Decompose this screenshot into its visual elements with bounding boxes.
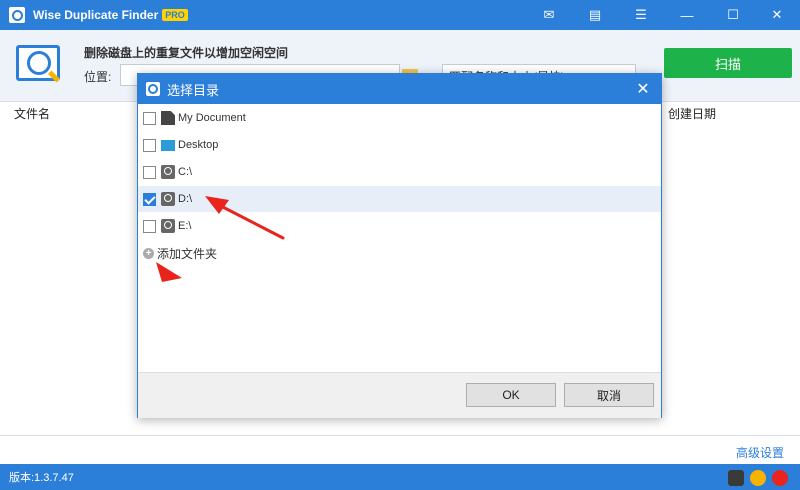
- close-button[interactable]: ✕: [754, 0, 800, 30]
- dialog-footer: OK 取消: [138, 372, 661, 418]
- dialog-close-icon[interactable]: ✕: [633, 79, 653, 99]
- drive-icon: [161, 165, 175, 179]
- checkbox[interactable]: [143, 138, 156, 152]
- scan-button[interactable]: 扫描: [664, 48, 792, 78]
- directory-label: My Document: [178, 112, 246, 124]
- smile-icon[interactable]: [750, 470, 766, 486]
- directory-label: D:\: [178, 193, 193, 205]
- dialog-title-bar: 选择目录 ✕: [138, 74, 661, 104]
- status-bar: 版本:1.3.7.47: [0, 464, 800, 490]
- directory-label: C:\: [178, 166, 193, 178]
- location-label: 位置:: [84, 70, 112, 84]
- checkbox-checked[interactable]: [143, 192, 156, 206]
- feedback-icon[interactable]: ▤: [572, 0, 618, 30]
- maximize-button[interactable]: ☐: [710, 0, 756, 30]
- app-logo-icon: [9, 7, 25, 23]
- app-title: Wise Duplicate Finder: [33, 8, 159, 22]
- cancel-button[interactable]: 取消: [564, 383, 654, 407]
- weibo-icon[interactable]: [772, 470, 788, 486]
- drive-icon: [161, 192, 175, 206]
- title-bar: Wise Duplicate Finder PRO ✉ ▤ ☰ — ☐ ✕: [0, 0, 800, 30]
- annotation-arrow-drive: [205, 196, 285, 240]
- ok-button[interactable]: OK: [466, 383, 556, 407]
- document-icon: [161, 111, 175, 125]
- directory-label: E:\: [178, 220, 192, 232]
- directory-item-desktop[interactable]: Desktop: [138, 132, 661, 158]
- directory-item-my-document[interactable]: My Document: [138, 105, 661, 131]
- dialog-logo-icon: [146, 82, 160, 96]
- version-label: 版本:1.3.7.47: [9, 472, 74, 484]
- dialog-title: 选择目录: [167, 82, 220, 98]
- annotation-arrow-add-folder: [156, 262, 182, 282]
- checkbox[interactable]: [143, 165, 156, 179]
- header-title: 删除磁盘上的重复文件以增加空闲空间: [84, 46, 289, 60]
- directory-item-c-drive[interactable]: C:\: [138, 159, 661, 185]
- column-header-filename[interactable]: 文件名: [14, 102, 50, 126]
- select-directory-dialog: 选择目录 ✕ My Document Desktop C:\ D:\ E:\ +…: [137, 73, 662, 418]
- minimize-button[interactable]: —: [664, 0, 710, 30]
- drive-icon: [161, 219, 175, 233]
- checkbox[interactable]: [143, 219, 156, 233]
- checkbox[interactable]: [143, 111, 156, 125]
- mail-icon[interactable]: ✉: [526, 0, 572, 30]
- menu-icon[interactable]: ☰: [618, 0, 664, 30]
- desktop-icon: [161, 139, 175, 151]
- advanced-settings-link[interactable]: 高级设置: [736, 444, 784, 461]
- column-header-created[interactable]: 创建日期: [668, 102, 716, 126]
- directory-label: Desktop: [178, 139, 219, 151]
- app-share-icon[interactable]: [728, 470, 744, 486]
- pro-badge: PRO: [162, 9, 188, 21]
